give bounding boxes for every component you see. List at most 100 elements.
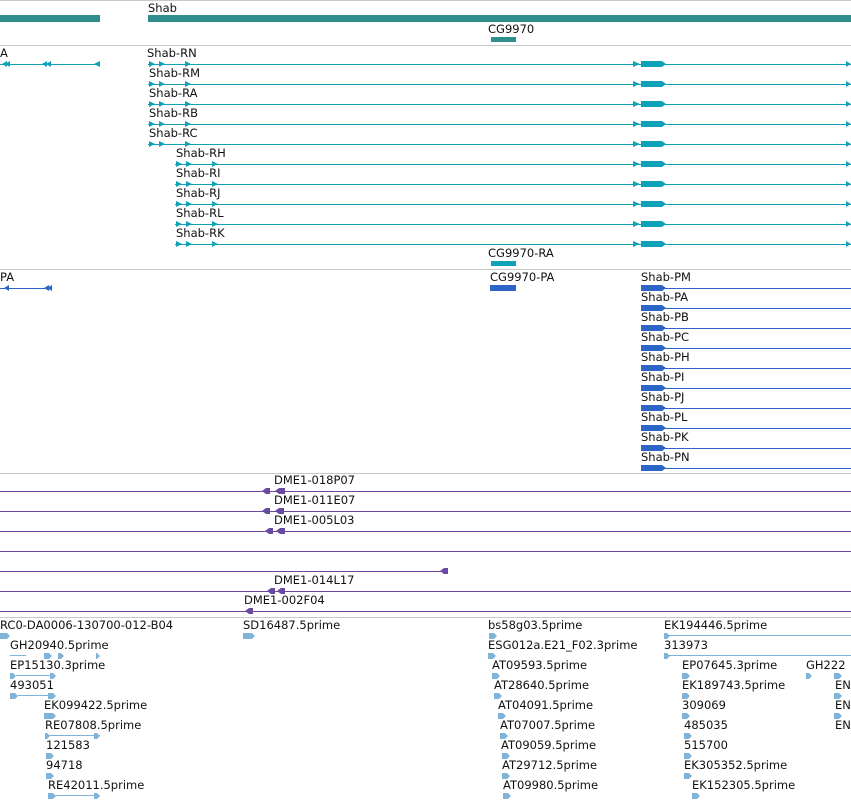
est-label: AT29712.5prime <box>502 758 598 772</box>
exon-marker <box>159 141 165 147</box>
exon-marker <box>633 101 640 107</box>
track-separator <box>0 269 851 270</box>
transcript-exons <box>176 221 851 227</box>
transcript-exons <box>149 121 851 127</box>
coding-exon <box>641 81 666 87</box>
clone-markers <box>267 588 285 594</box>
est-label: 121583 <box>46 738 90 752</box>
exon-marker <box>846 61 851 67</box>
est-label: EK189743.5prime <box>682 678 786 692</box>
exon-marker <box>846 241 851 247</box>
gene-feature-shab[interactable] <box>148 15 851 22</box>
clone-markers <box>245 608 253 614</box>
exon-marker <box>633 121 640 127</box>
coding-exon <box>641 141 666 147</box>
exon-marker <box>846 141 851 147</box>
track-separator <box>0 0 851 1</box>
gene-label-shab: Shab <box>148 1 177 15</box>
est-label: EK194446.5prime <box>664 618 768 632</box>
exon-marker <box>176 241 182 247</box>
transcript-feature-cg9970-ra[interactable] <box>491 261 516 266</box>
protein-coding-block <box>641 465 666 471</box>
est-feature[interactable] <box>0 712 851 720</box>
clone-line[interactable] <box>0 551 851 552</box>
est-label: bs58g03.5prime <box>488 618 583 632</box>
clone-markers <box>262 488 285 494</box>
transcript-exons <box>176 161 851 167</box>
est-label: SD16487.5prime <box>243 618 341 632</box>
est-label: AT09980.5prime <box>503 778 599 792</box>
exon-marker <box>846 161 851 167</box>
gene-feature-left[interactable] <box>0 15 100 22</box>
transcript-exons <box>149 101 851 107</box>
est-label: 515700 <box>684 738 728 752</box>
est-label: AT28640.5prime <box>494 678 590 692</box>
clone-markers <box>265 528 285 534</box>
exon-marker <box>633 241 640 247</box>
transcript-exons <box>149 61 851 67</box>
est-label: ESG012a.E21_F02.3prime <box>488 638 638 652</box>
exon-marker <box>633 141 640 147</box>
est-label: 485035 <box>684 718 728 732</box>
est-label: RC0-DA0006-130700-012-B04 <box>0 618 174 632</box>
exon-marker <box>846 181 851 187</box>
est-label: 313973 <box>664 638 708 652</box>
est-label: RE07808.5prime <box>45 718 142 732</box>
coding-exon <box>641 61 666 67</box>
gene-label-cg9970: CG9970 <box>488 22 535 36</box>
exon-marker <box>633 201 640 207</box>
exon-marker <box>846 101 851 107</box>
track-separator <box>0 45 851 46</box>
coding-exon <box>641 241 666 247</box>
coding-exon <box>641 201 666 207</box>
exon-marker <box>633 61 640 67</box>
transcript-exons <box>176 241 851 247</box>
est-label: 309069 <box>682 698 726 712</box>
est-feature[interactable] <box>0 632 851 640</box>
exon-marker <box>633 181 640 187</box>
clone-markers <box>262 508 284 514</box>
est-label: EP15130.3prime <box>10 658 106 672</box>
protein-left-markers <box>4 285 52 291</box>
exon-marker <box>846 81 851 87</box>
est-label: AT09059.5prime <box>501 738 597 752</box>
transcript-exons <box>176 201 851 207</box>
est-label: EP07645.3prime <box>682 658 778 672</box>
est-feature[interactable] <box>0 672 851 680</box>
est-label: GH20940.5prime <box>10 638 109 652</box>
protein-label-cg9970-pa: CG9970-PA <box>490 270 555 284</box>
est-label: GH222 <box>806 658 846 672</box>
est-label: RE42011.5prime <box>48 778 145 792</box>
est-label: 94718 <box>46 758 83 772</box>
est-feature[interactable] <box>0 792 851 800</box>
coding-exon <box>641 161 666 167</box>
est-feature[interactable] <box>0 692 851 700</box>
coding-exon <box>641 101 666 107</box>
transcript-label-cg9970-ra: CG9970-RA <box>488 246 554 260</box>
exon-marker <box>846 201 851 207</box>
exon-marker <box>633 81 640 87</box>
genome-browser-view: Shab CG9970 A Shab-RN Shab-RM Shab-RA Shab-… <box>0 0 851 801</box>
clone-markers <box>440 568 448 574</box>
coding-exon <box>641 121 666 127</box>
transcript-exons <box>149 81 851 87</box>
exon-marker <box>846 221 851 227</box>
protein-feature-cg9970-pa[interactable] <box>490 285 516 291</box>
est-label: EK152305.5prime <box>692 778 796 792</box>
coding-exon <box>641 181 666 187</box>
est-label: EK099422.5prime <box>44 698 148 712</box>
est-label: EN <box>835 678 851 692</box>
est-label: AT04091.5prime <box>498 698 594 712</box>
exon-marker <box>846 121 851 127</box>
est-label: EN <box>835 698 851 712</box>
est-label: AT07007.5prime <box>500 718 596 732</box>
est-label: AT09593.5prime <box>492 658 588 672</box>
est-label: 493051 <box>10 678 54 692</box>
exon-marker <box>212 241 218 247</box>
transcript-exons <box>149 141 851 147</box>
coding-exon <box>641 221 666 227</box>
exon-marker <box>633 161 640 167</box>
exon-marker <box>633 221 640 227</box>
track-separator <box>0 473 851 474</box>
gene-feature-cg9970[interactable] <box>491 37 516 42</box>
